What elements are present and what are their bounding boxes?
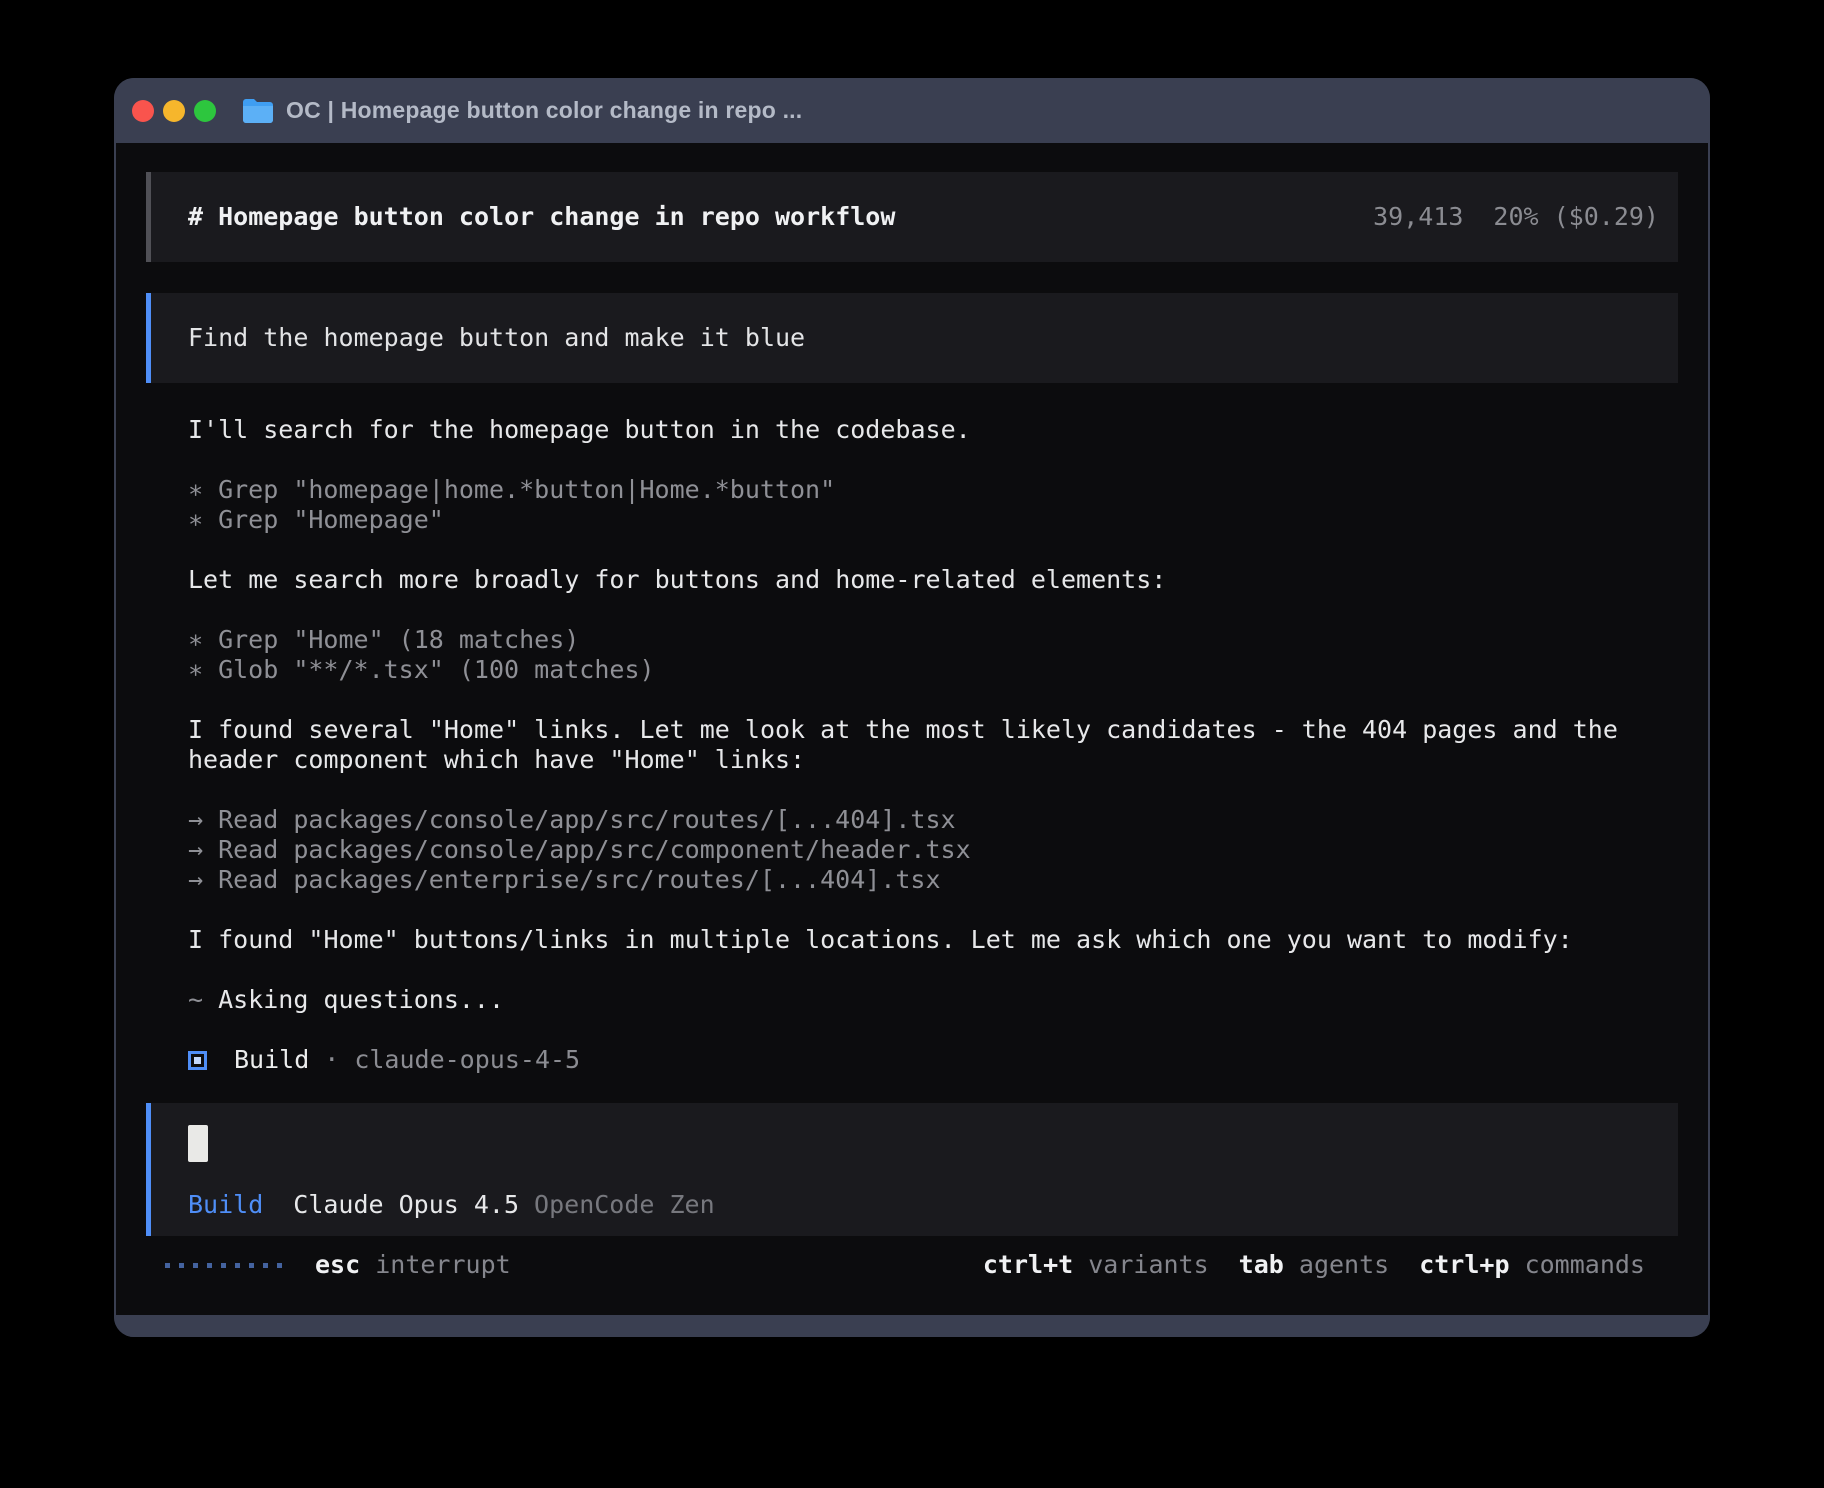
working-indicator: ~Asking questions... [188, 985, 1678, 1015]
asterisk-icon: ∗ [188, 625, 203, 654]
window-bottom-edge [114, 1315, 1710, 1337]
folder-icon [241, 97, 275, 125]
tool-call-group: →Read packages/console/app/src/routes/[.… [188, 805, 1678, 895]
tool-call-grep: ∗Grep "Homepage" [188, 505, 1678, 535]
tool-call-group: ∗Grep "Home" (18 matches) ∗Glob "**/*.ts… [188, 625, 1678, 685]
arrow-right-icon: → [188, 835, 203, 864]
desktop-background: OC | Homepage button color change in rep… [0, 0, 1824, 1488]
assistant-paragraph: I found "Home" buttons/links in multiple… [188, 925, 1678, 955]
spinner-dot [165, 1263, 170, 1268]
assistant-paragraph: Let me search more broadly for buttons a… [188, 565, 1678, 595]
asterisk-icon: ∗ [188, 655, 203, 684]
terminal-window: OC | Homepage button color change in rep… [114, 78, 1710, 1337]
session-title: # Homepage button color change in repo w… [188, 202, 895, 232]
terminal-content: # Homepage button color change in repo w… [116, 143, 1708, 1315]
prompt-input[interactable]: Build Claude Opus 4.5 OpenCode Zen [146, 1103, 1678, 1236]
tool-call-read: →Read packages/console/app/src/component… [188, 835, 1678, 865]
spinner-dot [179, 1263, 184, 1268]
assistant-paragraph: I found several "Home" links. Let me loo… [188, 715, 1678, 775]
spinner-dot [235, 1263, 240, 1268]
minimize-button[interactable] [163, 100, 185, 122]
spinner-dot [249, 1263, 254, 1268]
spinner-dot [193, 1263, 198, 1268]
asterisk-icon: ∗ [188, 505, 203, 534]
agent-icon [188, 1051, 207, 1070]
prompt-meta: Build Claude Opus 4.5 OpenCode Zen [188, 1190, 1659, 1220]
tool-call-grep: ∗Grep "Home" (18 matches) [188, 625, 1678, 655]
context-percent-cost: 20% ($0.29) [1493, 202, 1659, 232]
asterisk-icon: ∗ [188, 475, 203, 504]
token-count: 39,413 [1373, 202, 1463, 232]
arrow-right-icon: → [188, 865, 203, 894]
assistant-paragraph: I'll search for the homepage button in t… [188, 415, 1678, 445]
tool-call-grep: ∗Grep "homepage|home.*button|Home.*butto… [188, 475, 1678, 505]
text-cursor [188, 1125, 208, 1162]
shortcut-commands: ctrl+p commands [1419, 1250, 1645, 1280]
footer-bar: esc interrupt ctrl+t variants tab agents… [146, 1250, 1678, 1280]
session-header: # Homepage button color change in repo w… [146, 172, 1678, 262]
agent-status-row: Build · claude-opus-4-5 [188, 1045, 1678, 1075]
spinner-dots [165, 1263, 291, 1268]
window-titlebar[interactable]: OC | Homepage button color change in rep… [114, 78, 1710, 143]
user-message: Find the homepage button and make it blu… [146, 293, 1678, 383]
tool-call-glob: ∗Glob "**/*.tsx" (100 matches) [188, 655, 1678, 685]
model-id: claude-opus-4-5 [354, 1045, 580, 1075]
shortcut-interrupt: esc interrupt [315, 1250, 511, 1280]
separator-dot: · [324, 1045, 339, 1075]
tilde-icon: ~ [188, 985, 203, 1014]
spinner-dot [221, 1263, 226, 1268]
spinner-dot [263, 1263, 268, 1268]
tool-call-read: →Read packages/enterprise/src/routes/[..… [188, 865, 1678, 895]
provider-label: OpenCode Zen [534, 1190, 715, 1220]
model-label: Claude Opus 4.5 [293, 1190, 519, 1220]
close-button[interactable] [132, 100, 154, 122]
spinner-dot [277, 1263, 282, 1268]
zoom-button[interactable] [194, 100, 216, 122]
tool-call-group: ∗Grep "homepage|home.*button|Home.*butto… [188, 475, 1678, 535]
shortcut-variants: ctrl+t variants [983, 1250, 1209, 1280]
shortcut-agents: tab agents [1239, 1250, 1390, 1280]
assistant-transcript: I'll search for the homepage button in t… [188, 415, 1678, 1075]
tool-call-read: →Read packages/console/app/src/routes/[.… [188, 805, 1678, 835]
mode-label: Build [188, 1190, 263, 1220]
arrow-right-icon: → [188, 805, 203, 834]
user-message-text: Find the homepage button and make it blu… [188, 323, 805, 353]
window-title: OC | Homepage button color change in rep… [286, 97, 802, 124]
spinner-dot [207, 1263, 212, 1268]
agent-name: Build [234, 1045, 309, 1075]
